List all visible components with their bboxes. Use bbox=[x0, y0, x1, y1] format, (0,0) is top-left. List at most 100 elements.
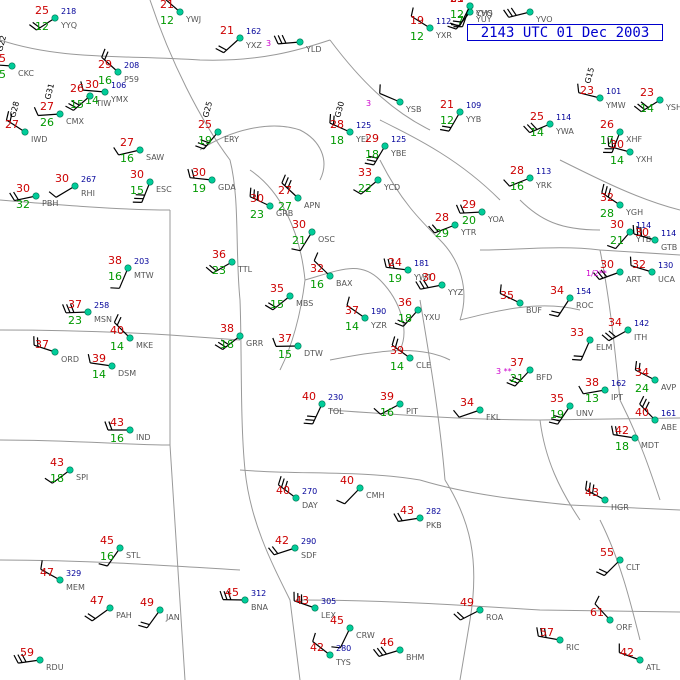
wind-barb-feather bbox=[48, 191, 57, 198]
station-dot-icon bbox=[51, 348, 59, 356]
station-dot-icon bbox=[71, 182, 79, 190]
dewpoint-label: 14 bbox=[640, 102, 654, 115]
dewpoint-label: 12 bbox=[410, 30, 424, 43]
wind-barb-feather bbox=[605, 332, 613, 340]
temperature-label: 43 bbox=[585, 486, 599, 499]
temperature-label: 27 bbox=[40, 100, 54, 113]
wind-barb-feather bbox=[507, 8, 513, 17]
temperature-label: 39 bbox=[380, 390, 394, 403]
station-dot-icon bbox=[648, 268, 656, 276]
station-plot-yyq: 25 12 218 YYQ bbox=[29, 4, 77, 33]
station-id-label: MEM bbox=[66, 583, 85, 592]
dewpoint-label: 15 bbox=[278, 348, 292, 361]
wind-barb-feather bbox=[281, 174, 286, 184]
dewpoint-label: 16 bbox=[310, 278, 324, 291]
station-dot-icon bbox=[326, 272, 334, 280]
dewpoint-label: 19 bbox=[388, 272, 402, 285]
station-plot-msn: 37 23 258 MSN bbox=[62, 298, 112, 327]
temperature-label: 37 bbox=[35, 338, 49, 351]
timestamp-label: 2143 UTC 01 Dec 2003 bbox=[467, 24, 663, 41]
station-id-label: BAX bbox=[336, 279, 353, 288]
station-plot-gtb: 30 114 GTB bbox=[632, 224, 677, 252]
station-dot-icon bbox=[346, 624, 354, 632]
station-dot-icon bbox=[36, 656, 44, 664]
station-id-label: CLE bbox=[416, 361, 431, 370]
station-id-label: YBE bbox=[390, 149, 406, 158]
dewpoint-label: 19 bbox=[550, 408, 564, 421]
wind-barb-feather bbox=[415, 281, 421, 290]
wind-barb-feather bbox=[383, 258, 387, 268]
dewpoint-label: 23 bbox=[68, 314, 82, 327]
dewpoint-label: 24 bbox=[635, 382, 649, 395]
wind-barb-feather bbox=[272, 337, 277, 347]
station-dot-icon bbox=[651, 416, 659, 424]
station-dot-icon bbox=[476, 606, 484, 614]
temperature-label: 42 bbox=[275, 534, 289, 547]
station-plot-pah: 47 PAH bbox=[84, 594, 132, 622]
dewpoint-label: 16 bbox=[100, 550, 114, 563]
wind-barb-feather bbox=[281, 34, 287, 44]
dewpoint-label: 5 bbox=[0, 68, 6, 81]
wind-barb-feather bbox=[110, 287, 120, 289]
temperature-label: 37 bbox=[68, 298, 82, 311]
station-id-label: YXU bbox=[423, 313, 440, 322]
station-id-label: CMH bbox=[366, 491, 385, 500]
station-id-label: GRB bbox=[276, 209, 293, 218]
station-id-label: APN bbox=[304, 201, 320, 210]
wind-barb-feather bbox=[393, 513, 399, 522]
wind-barb-feather bbox=[303, 422, 313, 425]
station-dot-icon bbox=[406, 354, 414, 362]
wind-barb-feather bbox=[113, 314, 119, 323]
station-id-label: SDF bbox=[301, 551, 317, 560]
station-id-label: YMW bbox=[605, 101, 626, 110]
pressure-label: 267 bbox=[81, 175, 96, 184]
station-dot-icon bbox=[294, 342, 302, 350]
station-id-label: ELM bbox=[596, 343, 613, 352]
wind-barb-feather bbox=[218, 45, 227, 51]
station-dot-icon bbox=[596, 94, 604, 102]
station-dot-icon bbox=[228, 258, 236, 266]
station-dot-icon bbox=[526, 366, 534, 374]
station-dot-icon bbox=[114, 68, 122, 76]
station-plot-ywa: 25 14 114 YWA bbox=[523, 110, 574, 139]
temperature-label: 42 bbox=[310, 641, 324, 654]
temperature-label: 27 bbox=[120, 136, 134, 149]
wind-barb-feather bbox=[104, 421, 109, 431]
temperature-label: 30 bbox=[635, 226, 649, 239]
station-id-label: YLD bbox=[305, 45, 322, 54]
wind-barb-feather bbox=[549, 313, 559, 318]
station-dot-icon bbox=[526, 8, 534, 16]
station-plot-bfd: 37 213 ** BFD bbox=[496, 356, 552, 387]
station-dot-icon bbox=[86, 92, 94, 100]
gust-label: G30 bbox=[333, 100, 346, 118]
station-dot-icon bbox=[124, 264, 132, 272]
temperature-label: 30 bbox=[610, 218, 624, 231]
station-plot-pbh: 30 32 PBH bbox=[9, 182, 58, 211]
pressure-label: 203 bbox=[134, 257, 149, 266]
station-id-label: OSC bbox=[318, 235, 335, 244]
wind-barb-feather bbox=[307, 415, 317, 418]
station-plot-buf: 35 BUF bbox=[499, 284, 542, 315]
station-plot-dtw: 37 15 DTW bbox=[272, 332, 323, 361]
boundary-line-27 bbox=[599, 519, 641, 641]
wind-barb-feather bbox=[215, 47, 224, 54]
dewpoint-label: 16 bbox=[98, 74, 112, 87]
station-id-label: YOA bbox=[487, 215, 505, 224]
station-dot-icon bbox=[241, 596, 249, 604]
station-dot-icon bbox=[318, 400, 326, 408]
wind-barb-feather bbox=[439, 128, 450, 132]
station-dot-icon bbox=[101, 88, 109, 96]
station-plot-ywj: 21 12 YWJ bbox=[160, 0, 201, 27]
wind-barb-feather bbox=[611, 425, 614, 435]
station-dot-icon bbox=[308, 228, 316, 236]
pressure-label: 101 bbox=[606, 87, 621, 96]
gust-label: G25 bbox=[201, 100, 214, 118]
boundary-line-10 bbox=[444, 479, 475, 680]
gust-label: G22 bbox=[0, 34, 8, 52]
station-id-label: TYS bbox=[335, 658, 351, 667]
station-dot-icon bbox=[116, 544, 124, 552]
temperature-label: 37 bbox=[278, 332, 292, 345]
station-id-label: SAW bbox=[146, 153, 164, 162]
wind-barb-feather bbox=[87, 353, 91, 364]
dewpoint-label: 22 bbox=[358, 182, 372, 195]
